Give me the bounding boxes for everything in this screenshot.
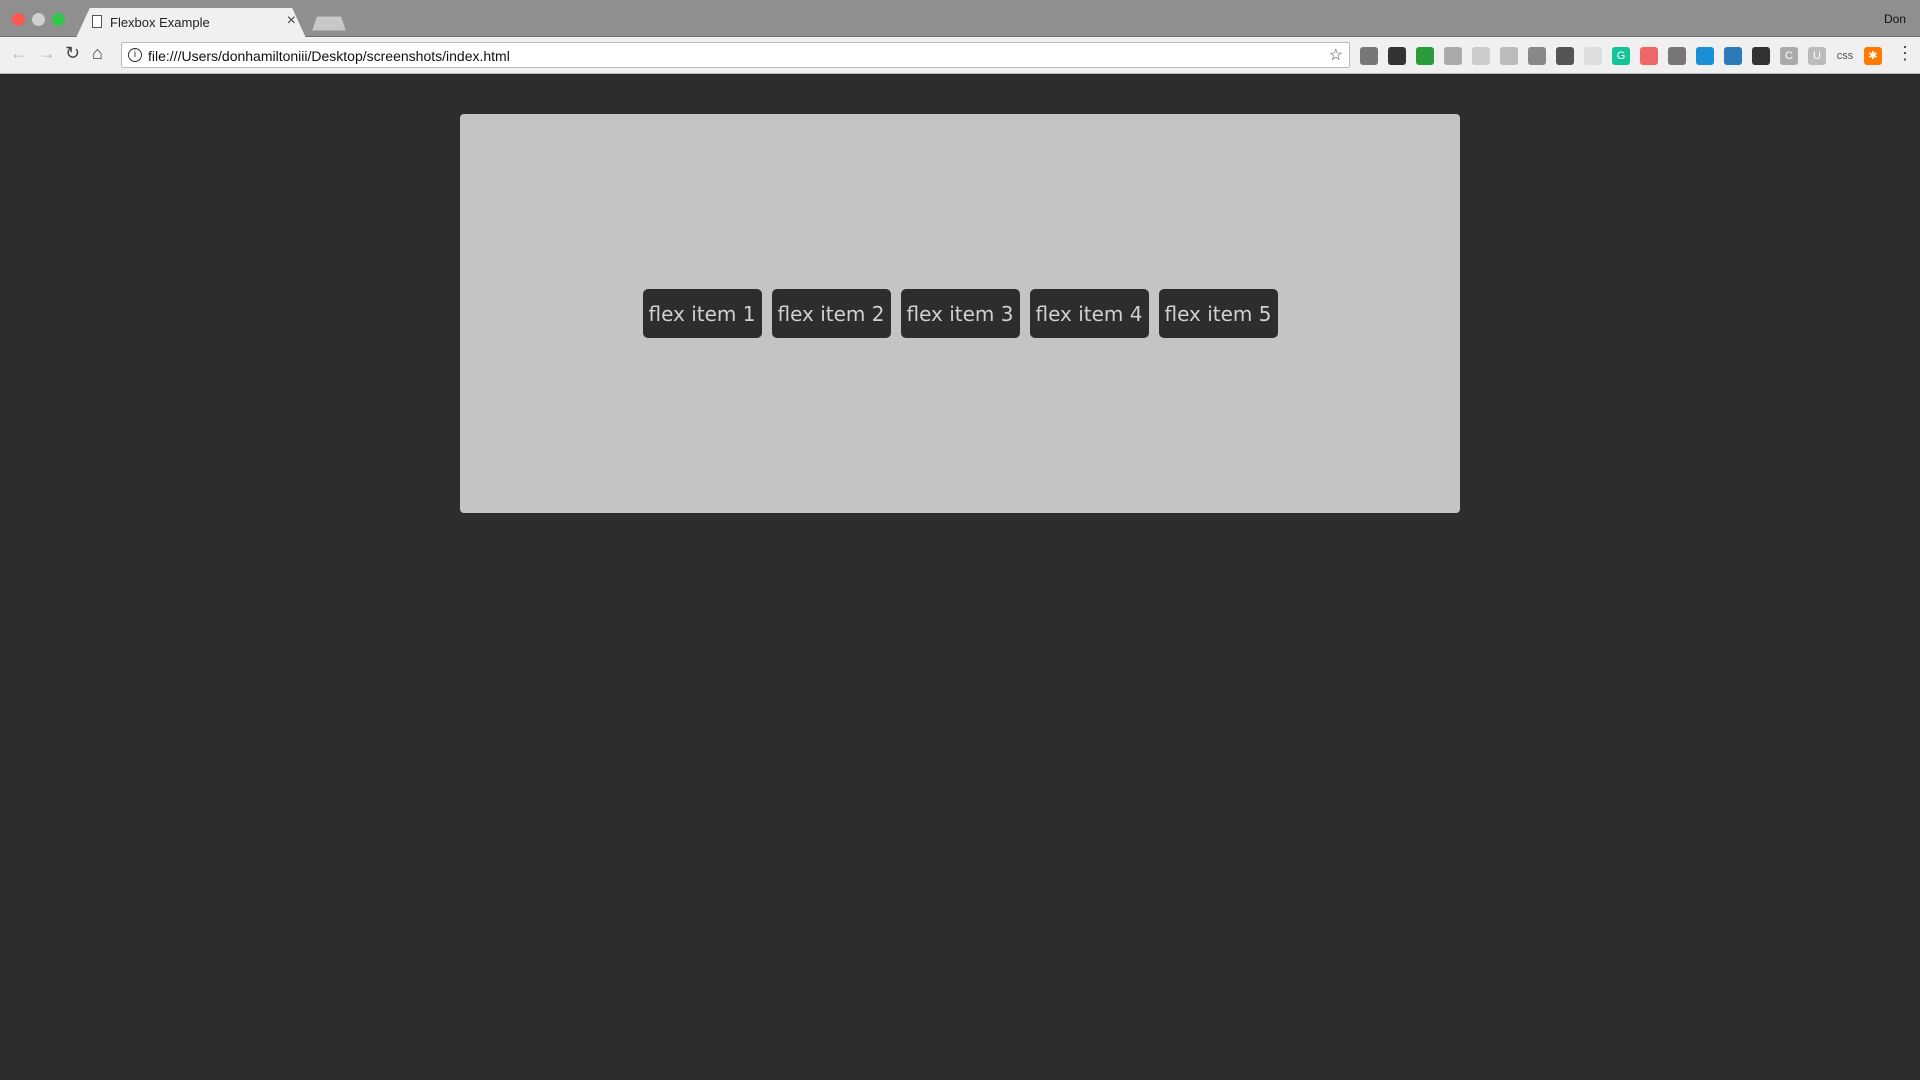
home-icon[interactable]: ⌂ xyxy=(92,43,103,64)
grid-extension-icon[interactable] xyxy=(1724,47,1742,65)
pocket-extension-icon[interactable] xyxy=(1556,47,1574,65)
tab-flexbox-example[interactable]: Flexbox Example × xyxy=(76,8,306,38)
profile-name[interactable]: Don xyxy=(1884,12,1906,26)
flex-item: flex item 5 xyxy=(1158,289,1278,338)
settings-gear-extension-icon[interactable] xyxy=(1360,47,1378,65)
c-ext-extension-icon[interactable]: C xyxy=(1780,47,1798,65)
k-ext-extension-icon[interactable] xyxy=(1444,47,1462,65)
maximize-window-button[interactable] xyxy=(52,13,65,26)
rainbow-arc-extension-icon[interactable] xyxy=(1640,47,1658,65)
tab-close-icon[interactable]: × xyxy=(287,12,296,30)
tab-title: Flexbox Example xyxy=(110,15,210,30)
book-extension-icon[interactable] xyxy=(1668,47,1686,65)
contrast-extension-icon[interactable] xyxy=(1752,47,1770,65)
menu-icon[interactable]: ⋮ xyxy=(1896,43,1914,64)
new-tab-button[interactable] xyxy=(312,16,346,31)
layers-extension-icon[interactable] xyxy=(1528,47,1546,65)
u-ext-extension-icon[interactable]: U xyxy=(1808,47,1826,65)
tab-bar: Flexbox Example × Don xyxy=(0,0,1920,38)
back-arrow-icon[interactable]: ← xyxy=(10,43,28,64)
sync-ext-extension-icon[interactable] xyxy=(1472,47,1490,65)
page-icon xyxy=(92,15,102,28)
info-icon[interactable]: i xyxy=(128,48,142,62)
flex-container: flex item 1 flex item 2 flex item 3 flex… xyxy=(460,114,1460,513)
hubspot-extension-icon[interactable]: ✱ xyxy=(1864,47,1882,65)
flex-item: flex item 3 xyxy=(900,289,1020,338)
css-extension-icon[interactable]: css xyxy=(1836,47,1854,65)
flex-item: flex item 2 xyxy=(771,289,891,338)
dropbox-extension-icon[interactable] xyxy=(1500,47,1518,65)
reload-icon[interactable]: ↻ xyxy=(65,43,80,64)
green-ext-extension-icon[interactable] xyxy=(1416,47,1434,65)
grammarly-extension-icon[interactable]: G xyxy=(1612,47,1630,65)
react-extension-icon[interactable] xyxy=(1584,47,1602,65)
close-window-button[interactable] xyxy=(12,13,25,26)
vue-devtools-extension-icon[interactable] xyxy=(1696,47,1714,65)
minimize-window-button[interactable] xyxy=(32,13,45,26)
bookmark-star-icon[interactable]: ☆ xyxy=(1329,45,1343,65)
url-text[interactable]: file:///Users/donhamiltoniii/Desktop/scr… xyxy=(148,48,510,64)
flex-item: flex item 4 xyxy=(1029,289,1149,338)
forward-arrow-icon[interactable]: → xyxy=(38,43,56,64)
browser-toolbar: ← → ↻ ⌂ i file:///Users/donhamiltoniii/D… xyxy=(0,37,1920,74)
flex-item: flex item 1 xyxy=(642,289,762,338)
screenshot-extension-icon[interactable] xyxy=(1388,47,1406,65)
address-bar[interactable]: i file:///Users/donhamiltoniii/Desktop/s… xyxy=(121,42,1350,68)
